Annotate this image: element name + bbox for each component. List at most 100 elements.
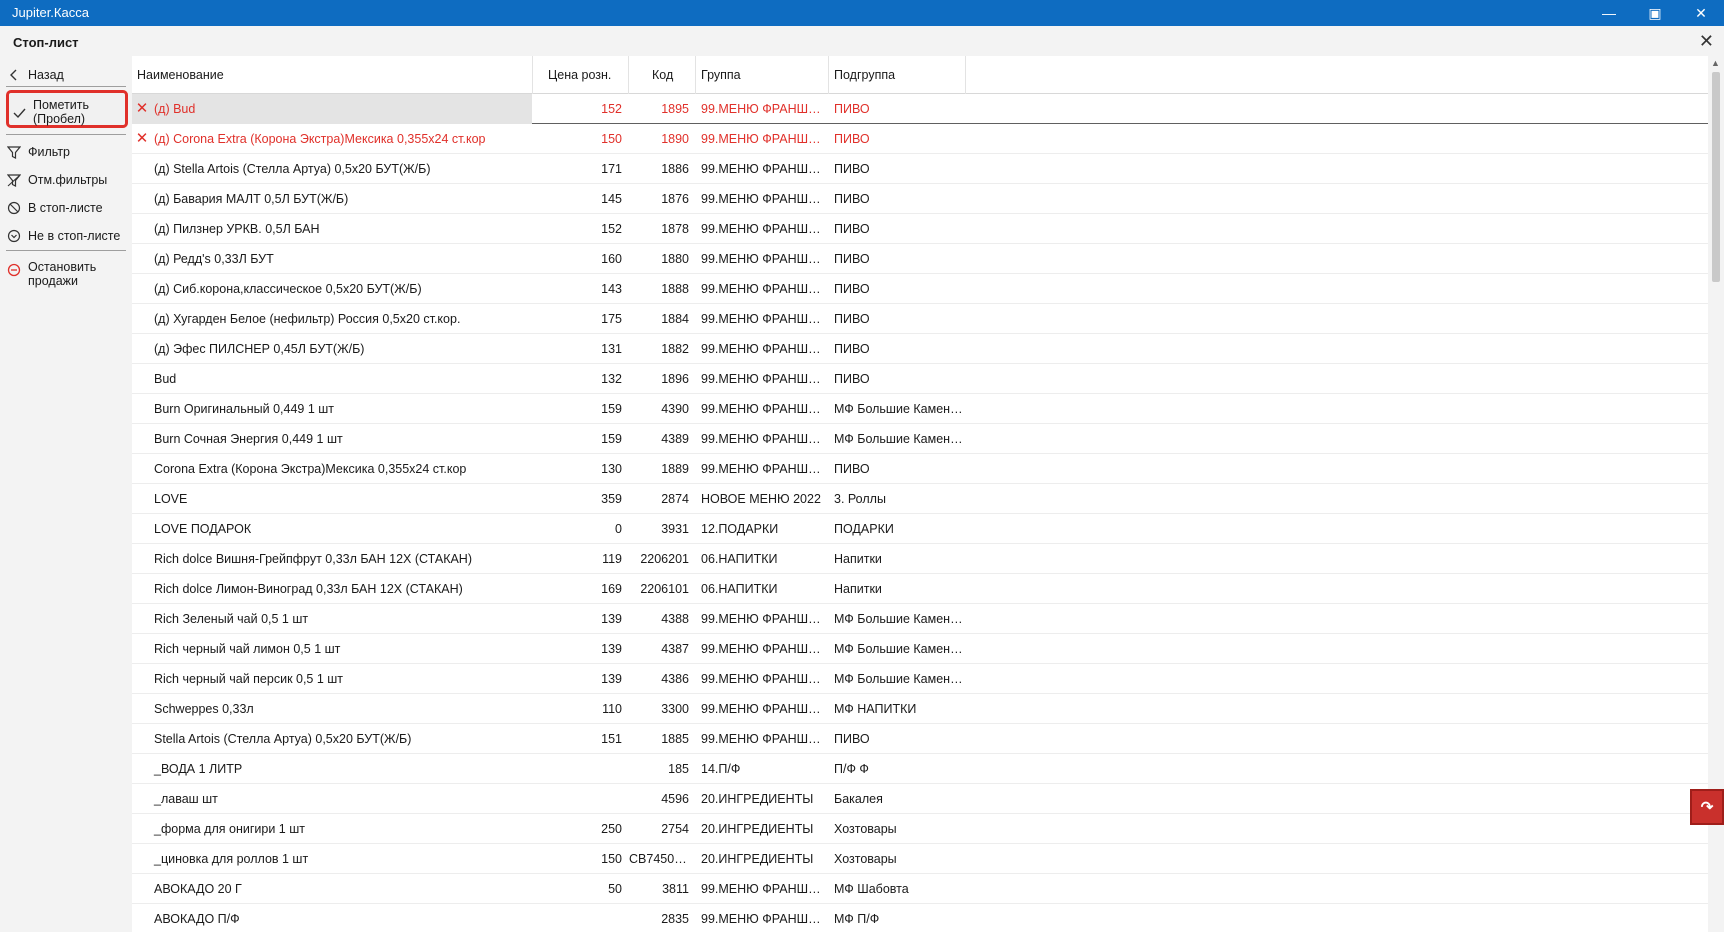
cell-name: Bud — [154, 372, 177, 386]
column-header-price[interactable]: Цена розн. — [548, 68, 611, 82]
table-row[interactable]: (д) Эфес ПИЛСНЕР 0,45Л БУТ(Ж/Б) 131 1882 99… — [132, 334, 1708, 364]
cell-group: 99.МЕНЮ ФРАНШИЗЫ — [701, 102, 828, 116]
cell-group: 99.МЕНЮ ФРАНШИЗЫ — [701, 132, 828, 146]
chevron-left-icon — [6, 68, 22, 82]
cell-subgroup: МФ Большие Каменщики — [834, 642, 965, 656]
column-divider[interactable] — [965, 56, 966, 94]
table-row[interactable]: (д) Пилзнер УРКВ. 0,5Л БАН 152 1878 99.МЕНЮ… — [132, 214, 1708, 244]
column-header-name[interactable]: Наименование — [137, 68, 224, 82]
clear-filters-label: Отм.фильтры — [28, 173, 108, 187]
cell-price: 110 — [602, 702, 622, 716]
table-row[interactable]: (д) Редд's 0,33Л БУТ 160 1880 99.МЕНЮ ФРАНШ… — [132, 244, 1708, 274]
column-divider[interactable] — [532, 56, 533, 94]
table-row[interactable]: Corona Extra (Корона Экстра)Мексика 0,35… — [132, 454, 1708, 484]
table-row[interactable]: Rich черный чай персик 0,5 1 шт 139 4386 99… — [132, 664, 1708, 694]
close-page-icon[interactable]: ✕ — [1699, 31, 1714, 52]
table-row[interactable]: Rich черный чай лимон 0,5 1 шт 139 4387 99.… — [132, 634, 1708, 664]
cell-price — [532, 784, 628, 814]
cell-price: 359 — [601, 492, 622, 506]
column-header-code[interactable]: Код — [652, 68, 673, 82]
cell-code: 1878 — [661, 222, 689, 236]
stop-mark-icon: ✕ — [135, 100, 149, 117]
cell-group: 99.МЕНЮ ФРАНШИЗЫ — [701, 312, 828, 326]
cell-price — [532, 754, 628, 784]
maximize-icon[interactable]: ▣ — [1632, 0, 1678, 26]
cell-group: 20.ИНГРЕДИЕНТЫ — [701, 852, 814, 866]
mark-label: Пометить (Пробел) — [33, 98, 90, 126]
table-row[interactable]: АВОКАДО П/Ф 2835 99.МЕНЮ ФРАНШИЗЫ МФ П/Ф — [132, 904, 1708, 932]
cell-subgroup: П/Ф Ф — [834, 762, 869, 776]
cell-price: 145 — [601, 192, 622, 206]
stop-sales-button[interactable]: Остановить продажи — [6, 260, 128, 292]
not-in-stop-list-button[interactable]: Не в стоп-листе — [6, 226, 128, 246]
cell-group: 20.ИНГРЕДИЕНТЫ — [701, 792, 814, 806]
table-row[interactable]: _ВОДА 1 ЛИТР 185 14.П/Ф П/Ф Ф — [132, 754, 1708, 784]
table-row[interactable]: LOVE 359 2874 НОВОЕ МЕНЮ 2022 3. Роллы — [132, 484, 1708, 514]
cell-subgroup: ПИВО — [834, 162, 870, 176]
app-launcher-icon[interactable]: ↷ — [1690, 789, 1724, 825]
close-window-icon[interactable]: ✕ — [1678, 0, 1724, 26]
mark-button[interactable]: Пометить (Пробел) — [6, 90, 128, 128]
column-divider[interactable] — [695, 56, 696, 94]
cell-code: 1885 — [661, 732, 689, 746]
table-row[interactable]: Stella Artois (Стелла Артуа) 0,5х20 БУТ(… — [132, 724, 1708, 754]
back-button[interactable]: Назад — [6, 64, 128, 86]
not-in-stop-list-label: Не в стоп-листе — [28, 229, 121, 243]
column-header-group[interactable]: Группа — [701, 68, 741, 82]
table-row[interactable]: (д) Хугарден Белое (нефильтр) Россия 0,5… — [132, 304, 1708, 334]
cell-subgroup: МФ П/Ф — [834, 912, 880, 926]
minimize-icon[interactable]: — — [1586, 0, 1632, 26]
cell-group: 99.МЕНЮ ФРАНШИЗЫ — [701, 402, 828, 416]
cell-name: (д) Stella Artois (Стелла Артуа) 0,5х20 … — [154, 162, 431, 176]
table-row[interactable]: АВОКАДО 20 Г 50 3811 99.МЕНЮ ФРАНШИЗЫ МФ Шаб… — [132, 874, 1708, 904]
table-row[interactable]: Schweppes 0,33л 110 3300 99.МЕНЮ ФРАНШИЗЫ МФ… — [132, 694, 1708, 724]
cell-group: 20.ИНГРЕДИЕНТЫ — [701, 822, 814, 836]
table-row[interactable]: _лаваш шт 4596 20.ИНГРЕДИЕНТЫ Бакалея — [132, 784, 1708, 814]
table-row[interactable]: (д) Бавария МАЛТ 0,5Л БУТ(Ж/Б) 145 1876 99.… — [132, 184, 1708, 214]
cell-group: 14.П/Ф — [701, 762, 741, 776]
cell-group: 12.ПОДАРКИ — [701, 522, 779, 536]
filter-button[interactable]: Фильтр — [6, 142, 128, 162]
minus-circle-icon — [6, 263, 22, 277]
clear-filters-button[interactable]: Отм.фильтры — [6, 170, 128, 190]
cell-price: 151 — [601, 732, 622, 746]
table-row[interactable]: Rich Зеленый чай 0,5 1 шт 139 4388 99.МЕНЮ … — [132, 604, 1708, 634]
table-row[interactable]: LOVE ПОДАРОК 0 3931 12.ПОДАРКИ ПОДАРКИ — [132, 514, 1708, 544]
scroll-up-icon[interactable]: ▲ — [1711, 58, 1720, 68]
cell-name: Stella Artois (Стелла Артуа) 0,5х20 БУТ(… — [154, 732, 412, 746]
cell-name: (д) Хугарден Белое (нефильтр) Россия 0,5… — [154, 312, 461, 326]
cell-subgroup: ПИВО — [834, 732, 870, 746]
table-row[interactable]: _циновка для роллов 1 шт 150 СВ7450000 20.И… — [132, 844, 1708, 874]
in-stop-list-button[interactable]: В стоп-листе — [6, 198, 128, 218]
table-row[interactable]: (д) Bud 152 1895 99.МЕНЮ ФРАНШИЗЫ ПИВО ✕ — [132, 94, 1708, 124]
cell-name: Burn Сочная Энергия 0,449 1 шт — [154, 432, 343, 446]
table-row[interactable]: Rich dolce Лимон-Виноград 0,33л БАН 12Х … — [132, 574, 1708, 604]
cell-subgroup: Бакалея — [834, 792, 883, 806]
cell-name: Rich черный чай лимон 0,5 1 шт — [154, 642, 341, 656]
table-row[interactable]: (д) Сиб.корона,классическое 0,5х20 БУТ(Ж… — [132, 274, 1708, 304]
cell-group: 06.НАПИТКИ — [701, 582, 778, 596]
cell-code: 4596 — [661, 792, 689, 806]
table-row[interactable]: _форма для онигири 1 шт 250 2754 20.ИНГРЕДИ… — [132, 814, 1708, 844]
scrollbar-thumb[interactable] — [1712, 72, 1720, 282]
cell-price: 139 — [601, 672, 622, 686]
cell-subgroup: МФ Большие Каменщики — [834, 432, 965, 446]
cell-group: 99.МЕНЮ ФРАНШИЗЫ — [701, 462, 828, 476]
table-row[interactable]: (д) Corona Extra (Корона Экстра)Мексика … — [132, 124, 1708, 154]
table-row[interactable]: Burn Сочная Энергия 0,449 1 шт 159 4389 99.… — [132, 424, 1708, 454]
table-row[interactable]: Bud 132 1896 99.МЕНЮ ФРАНШИЗЫ ПИВО — [132, 364, 1708, 394]
cell-code: 1888 — [661, 282, 689, 296]
column-header-subgroup[interactable]: Подгруппа — [834, 68, 895, 82]
cell-name: LOVE — [154, 492, 188, 506]
cell-code: 185 — [668, 762, 689, 776]
column-divider[interactable] — [628, 56, 629, 94]
cell-code: 2754 — [661, 822, 689, 836]
table-row[interactable]: (д) Stella Artois (Стелла Артуа) 0,5х20 … — [132, 154, 1708, 184]
cell-code: 1884 — [661, 312, 689, 326]
cell-price: 143 — [601, 282, 622, 296]
cell-group: 99.МЕНЮ ФРАНШИЗЫ — [701, 882, 828, 896]
table-row[interactable]: Burn Оригинальный 0,449 1 шт 159 4390 99.МЕ… — [132, 394, 1708, 424]
column-divider[interactable] — [828, 56, 829, 94]
cell-name: _форма для онигири 1 шт — [154, 822, 305, 836]
table-row[interactable]: Rich dolce Вишня-Грейпфрут 0,33л БАН 12Х… — [132, 544, 1708, 574]
